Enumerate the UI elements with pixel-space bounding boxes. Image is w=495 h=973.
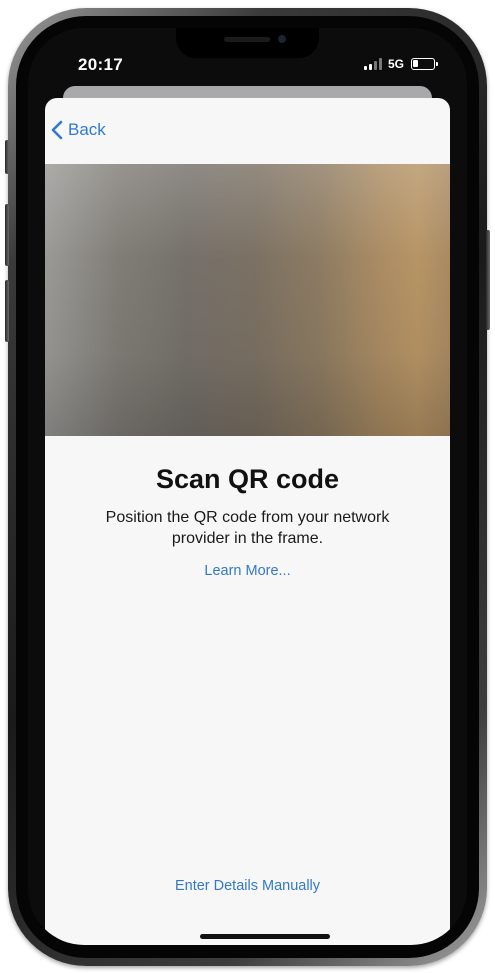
navigation-bar: Back	[45, 98, 450, 164]
learn-more-link[interactable]: Learn More...	[45, 563, 450, 579]
enter-details-manually-button[interactable]: Enter Details Manually	[45, 878, 450, 894]
page-title: Scan QR code	[155, 464, 340, 494]
volume-up-button	[5, 204, 9, 266]
instructions-text: Position the QR code from your network p…	[105, 509, 390, 547]
scan-qr-sheet: Back Scan QR code Position the QR code f…	[45, 98, 450, 945]
status-time: 20:17	[78, 55, 123, 74]
speaker-grille	[224, 37, 270, 42]
status-indicators: 5G	[363, 57, 438, 71]
chevron-left-icon	[51, 120, 63, 140]
front-camera	[278, 35, 286, 43]
back-label: Back	[68, 120, 106, 139]
silent-switch	[5, 140, 9, 174]
signal-bars-icon	[363, 58, 382, 70]
volume-down-button	[5, 280, 9, 342]
power-button	[486, 230, 490, 330]
home-indicator[interactable]	[200, 934, 330, 939]
camera-viewfinder	[45, 164, 450, 436]
notch	[176, 28, 319, 58]
phone-screen: 20:17 5G Back Scan QR code Position the …	[28, 28, 467, 945]
network-type: 5G	[387, 57, 404, 71]
back-button[interactable]: Back	[51, 120, 106, 140]
battery-icon	[411, 58, 438, 70]
